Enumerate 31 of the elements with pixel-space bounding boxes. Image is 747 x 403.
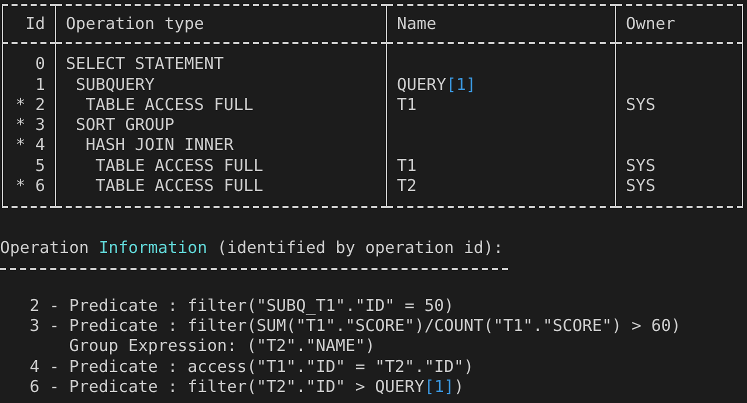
operation-id-cell: * 6 [2,176,56,208]
predicate-line: 6 - Predicate : filter("T2"."ID" > QUERY[1]) [30,376,464,398]
operation-id-cell: 0 [2,43,56,75]
operation-type-cell: HASH JOIN INNER [56,135,386,156]
operation-type-cell: TABLE ACCESS FULL [56,156,386,176]
owner-cell: SYS [616,156,742,176]
operation-id-cell: 5 [2,156,56,176]
operation-type-cell: SORT GROUP [56,115,386,136]
operation-type-cell: SELECT STATEMENT [56,43,386,75]
column-header: Owner [616,5,742,44]
predicate-line: 3 - Predicate : filter(SUM("T1"."SCORE")/COUNT("T1"."SCORE") > 60) [30,316,681,336]
group-expression-line: Group Expression: ("T2"."NAME") [69,336,375,357]
column-header: Id [2,5,56,44]
operation-id-cell: * 2 [2,94,56,116]
operation-id-cell: * 3 [2,115,56,136]
predicate-line: 4 - Predicate : access("T1"."ID" = "T2"."ID") [30,356,474,377]
object-name-cell: T1 [386,94,616,116]
column-header: Name [386,5,616,44]
section-heading: Operation Information (identified by operation id): [0,238,504,259]
object-name-cell: QUERY[1] [386,74,616,95]
owner-cell: SYS [616,176,742,208]
operation-id-cell: 1 [2,74,56,95]
operation-type-cell: TABLE ACCESS FULL [56,94,386,116]
operation-type-cell: SUBQUERY [56,74,386,95]
column-header: Operation type [56,5,386,44]
object-name-cell: T2 [386,176,616,208]
predicate-line: 2 - Predicate : filter("SUBQ_T1"."ID" = 50) [30,296,454,316]
object-name-cell: T1 [386,156,616,176]
owner-cell: SYS [616,94,742,116]
operation-id-cell: * 4 [2,135,56,156]
operation-type-cell: TABLE ACCESS FULL [56,176,386,208]
